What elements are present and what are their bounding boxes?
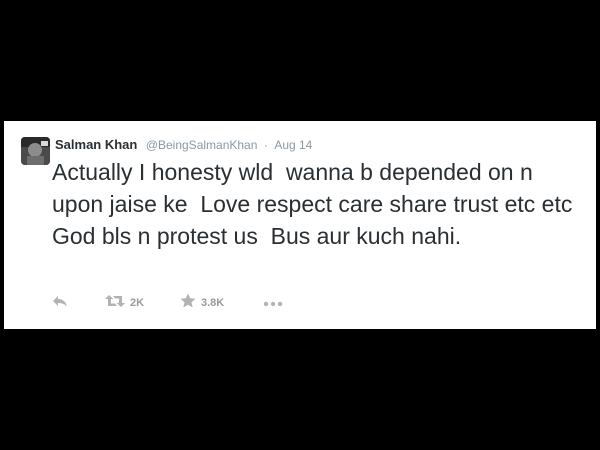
more-icon xyxy=(263,294,283,312)
header-separator: · xyxy=(263,138,268,152)
more-button[interactable] xyxy=(263,293,283,313)
star-icon xyxy=(180,293,196,313)
user-handle[interactable]: @BeingSalmanKhan xyxy=(146,138,258,152)
retweet-count: 2K xyxy=(130,297,145,309)
reply-icon xyxy=(52,294,69,313)
reply-button[interactable] xyxy=(52,293,69,313)
display-name[interactable]: Salman Khan xyxy=(55,137,137,152)
retweet-icon xyxy=(105,294,125,313)
favorite-button[interactable]: 3.8K xyxy=(180,293,224,313)
tweet-header: Salman Khan @BeingSalmanKhan · Aug 14 xyxy=(55,136,312,154)
screenshot-frame: Salman Khan @BeingSalmanKhan · Aug 14 Ac… xyxy=(0,0,600,450)
tweet-text: Actually I honesty wld wanna b depended … xyxy=(52,159,579,249)
retweet-button[interactable]: 2K xyxy=(105,293,144,313)
favorite-count: 3.8K xyxy=(201,297,225,309)
avatar[interactable] xyxy=(21,137,50,165)
tweet-card[interactable]: Salman Khan @BeingSalmanKhan · Aug 14 Ac… xyxy=(4,121,596,329)
tweet-timestamp[interactable]: Aug 14 xyxy=(274,138,312,152)
